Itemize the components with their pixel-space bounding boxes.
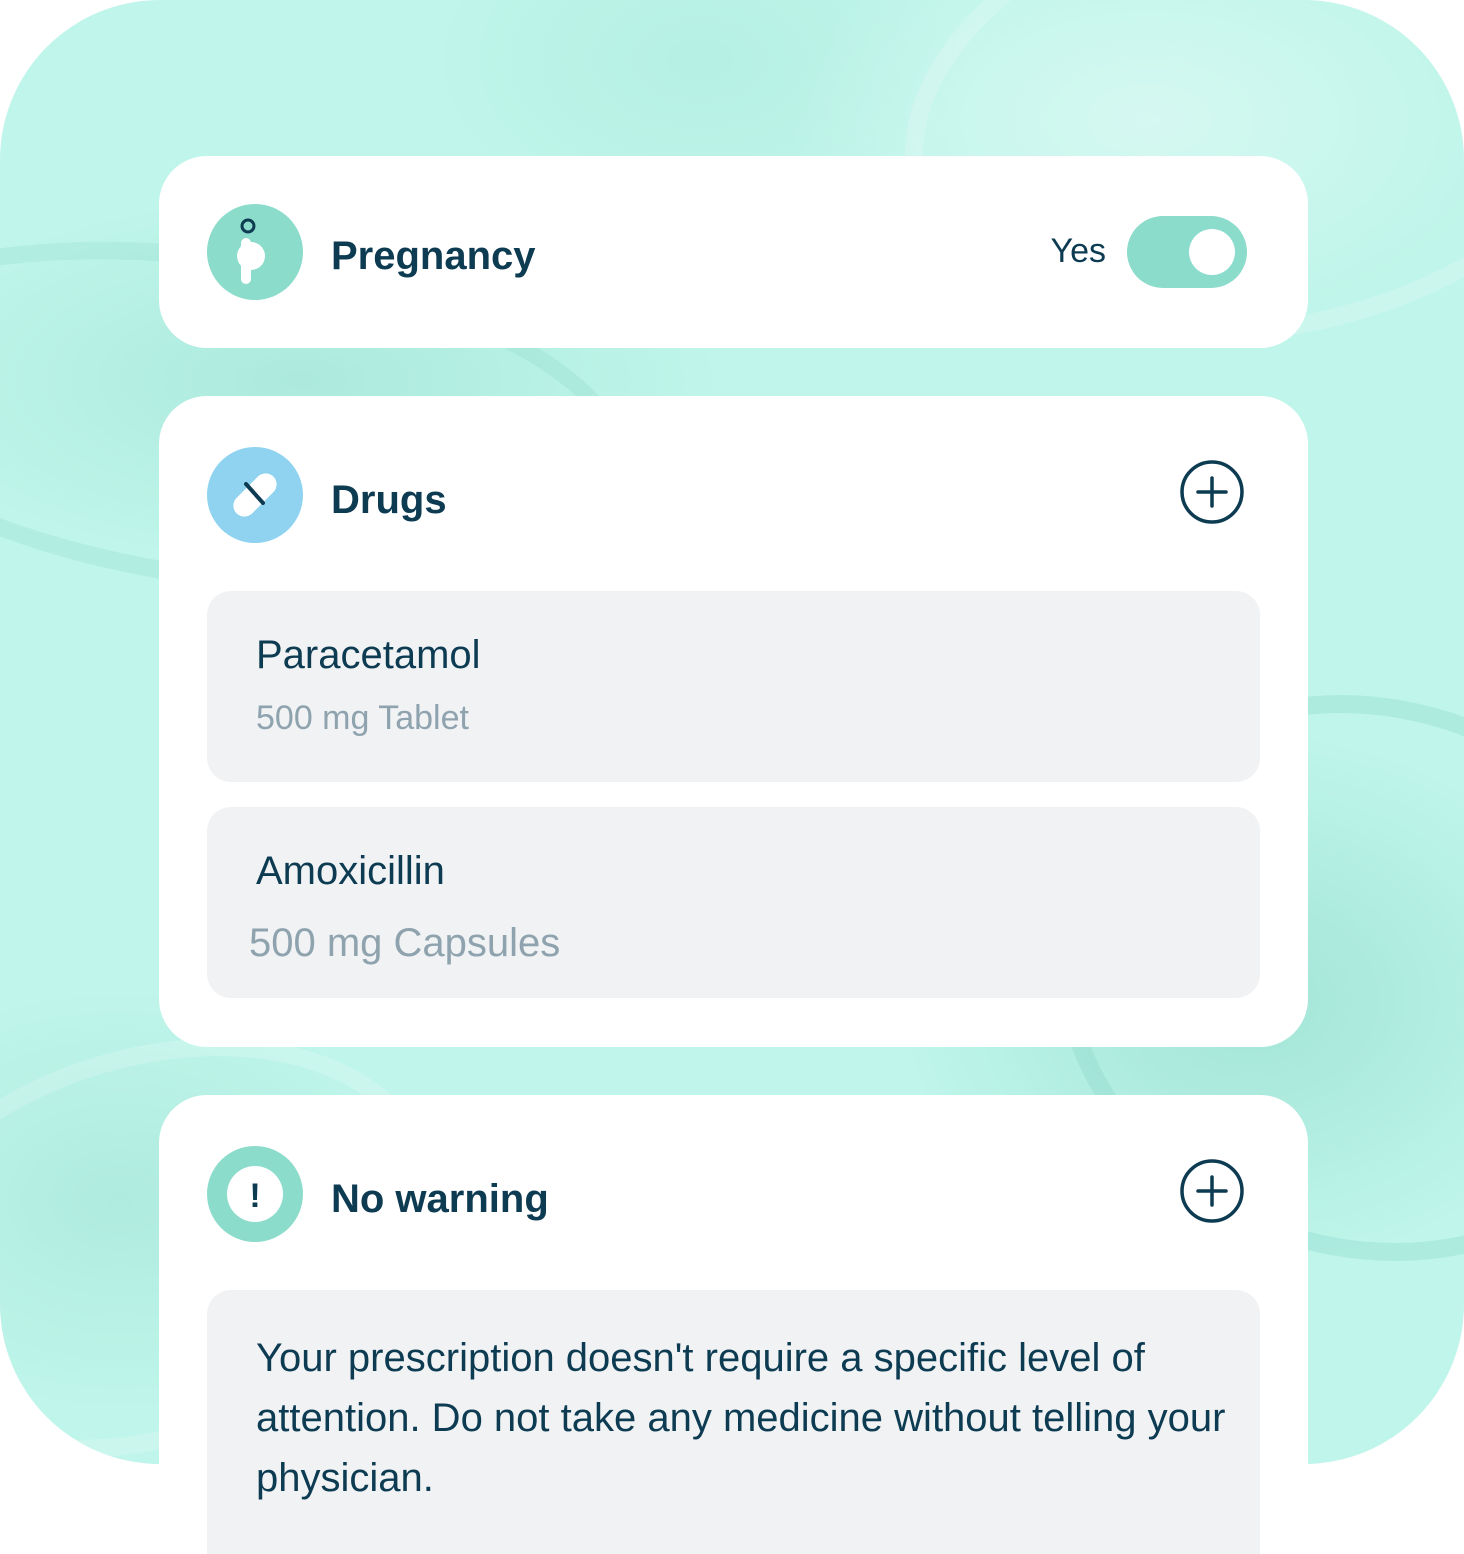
drug-name: Amoxicillin bbox=[256, 849, 445, 893]
drug-dose: 500 mg Tablet bbox=[256, 699, 469, 737]
pregnancy-icon bbox=[207, 204, 303, 300]
warning-title: No warning bbox=[331, 1177, 549, 1221]
plus-circle-icon bbox=[1180, 1159, 1244, 1223]
drug-list-item[interactable]: Amoxicillin 500 mg Capsules bbox=[207, 807, 1260, 998]
drug-name: Paracetamol bbox=[256, 633, 481, 677]
drugs-title: Drugs bbox=[331, 478, 447, 522]
exclamation-icon: ! bbox=[207, 1146, 303, 1242]
warning-card: ! No warning Your prescription doesn't r… bbox=[159, 1095, 1308, 1554]
drug-list-item[interactable]: Paracetamol 500 mg Tablet bbox=[207, 591, 1260, 782]
toggle-knob bbox=[1189, 229, 1235, 275]
add-drug-button[interactable] bbox=[1180, 460, 1244, 524]
svg-text:!: ! bbox=[249, 1177, 260, 1215]
app-screen: Pregnancy Yes Drugs Paracetamol 500 mg T… bbox=[0, 0, 1464, 1554]
drugs-card: Drugs Paracetamol 500 mg Tablet Amoxicil… bbox=[159, 396, 1308, 1047]
pill-icon bbox=[207, 447, 303, 543]
plus-circle-icon bbox=[1180, 460, 1244, 524]
warning-message-box: Your prescription doesn't require a spec… bbox=[207, 1290, 1260, 1554]
pregnancy-card: Pregnancy Yes bbox=[159, 156, 1308, 348]
pregnancy-toggle-label: Yes bbox=[1050, 232, 1106, 270]
pregnancy-title: Pregnancy bbox=[331, 234, 536, 278]
add-warning-button[interactable] bbox=[1180, 1159, 1244, 1223]
warning-message: Your prescription doesn't require a spec… bbox=[256, 1336, 1226, 1500]
pregnancy-toggle[interactable] bbox=[1127, 216, 1247, 288]
drug-dose: 500 mg Capsules bbox=[249, 921, 561, 965]
